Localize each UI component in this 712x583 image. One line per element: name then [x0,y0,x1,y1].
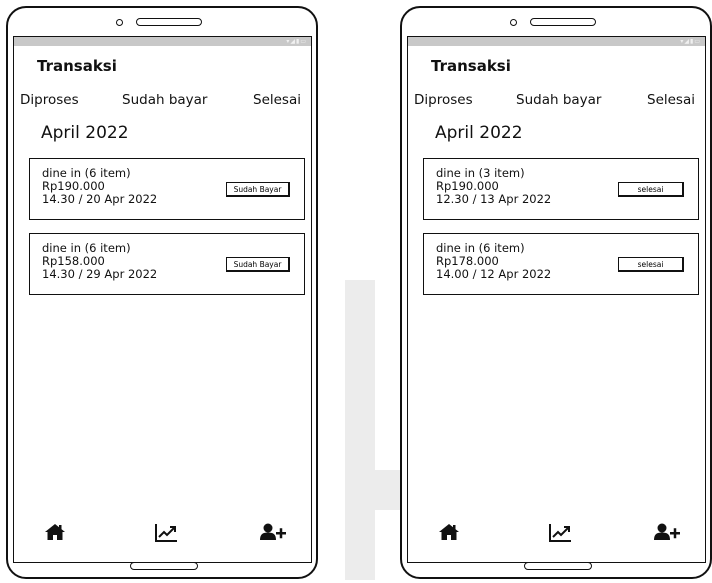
selesai-button[interactable]: selesai [618,182,684,197]
tab-selesai[interactable]: Selesai [647,92,695,108]
order-datetime: 14.00 / 12 Apr 2022 [436,267,552,281]
status-icons: ▾◢▮▭ [680,38,701,45]
tab-selesai[interactable]: Selesai [253,92,301,108]
tab-sudah-bayar[interactable]: Sudah bayar [122,92,207,108]
chart-trend-icon[interactable] [548,523,572,543]
camera-dot [510,19,517,26]
tab-diproses[interactable]: Diproses [20,92,79,108]
tab-sudah-bayar[interactable]: Sudah bayar [516,92,601,108]
phone-mockup-diproses: ▾◢▮▭ Transaksi Diproses Sudah bayar Sele… [6,6,318,579]
phone-screen: ▾◢▮▭ Transaksi Diproses Sudah bayar Sele… [407,36,706,563]
add-user-icon[interactable] [654,523,680,541]
home-button[interactable] [130,562,198,570]
status-icons: ▾◢▮▭ [286,38,307,45]
camera-dot [116,19,123,26]
speaker-slot [136,18,202,26]
selesai-button[interactable]: selesai [618,257,684,272]
transaction-card[interactable]: dine in (6 item) Rp190.000 14.30 / 20 Ap… [29,158,305,220]
background-watermark [345,280,375,580]
transaction-card[interactable]: dine in (6 item) Rp178.000 14.00 / 12 Ap… [423,233,699,295]
add-user-icon[interactable] [260,523,286,541]
transaction-card[interactable]: dine in (6 item) Rp158.000 14.30 / 29 Ap… [29,233,305,295]
background-watermark [375,470,400,510]
status-bar: ▾◢▮▭ [408,37,705,46]
page-title: Transaksi [37,57,117,75]
transaction-card[interactable]: dine in (3 item) Rp190.000 12.30 / 13 Ap… [423,158,699,220]
home-icon[interactable] [438,523,460,541]
sudah-bayar-button[interactable]: Sudah Bayar [226,257,290,272]
month-heading: April 2022 [41,123,129,143]
order-datetime: 14.30 / 29 Apr 2022 [42,267,158,281]
page-title: Transaksi [431,57,511,75]
tab-diproses[interactable]: Diproses [414,92,473,108]
phone-mockup-selesai: ▾◢▮▭ Transaksi Diproses Sudah bayar Sele… [400,6,712,579]
home-icon[interactable] [44,523,66,541]
sudah-bayar-button[interactable]: Sudah Bayar [226,182,290,197]
order-datetime: 14.30 / 20 Apr 2022 [42,192,158,206]
chart-trend-icon[interactable] [154,523,178,543]
speaker-slot [530,18,596,26]
order-datetime: 12.30 / 13 Apr 2022 [436,192,552,206]
home-button[interactable] [524,562,592,570]
status-bar: ▾◢▮▭ [14,37,311,46]
month-heading: April 2022 [435,123,523,143]
phone-screen: ▾◢▮▭ Transaksi Diproses Sudah bayar Sele… [13,36,312,563]
